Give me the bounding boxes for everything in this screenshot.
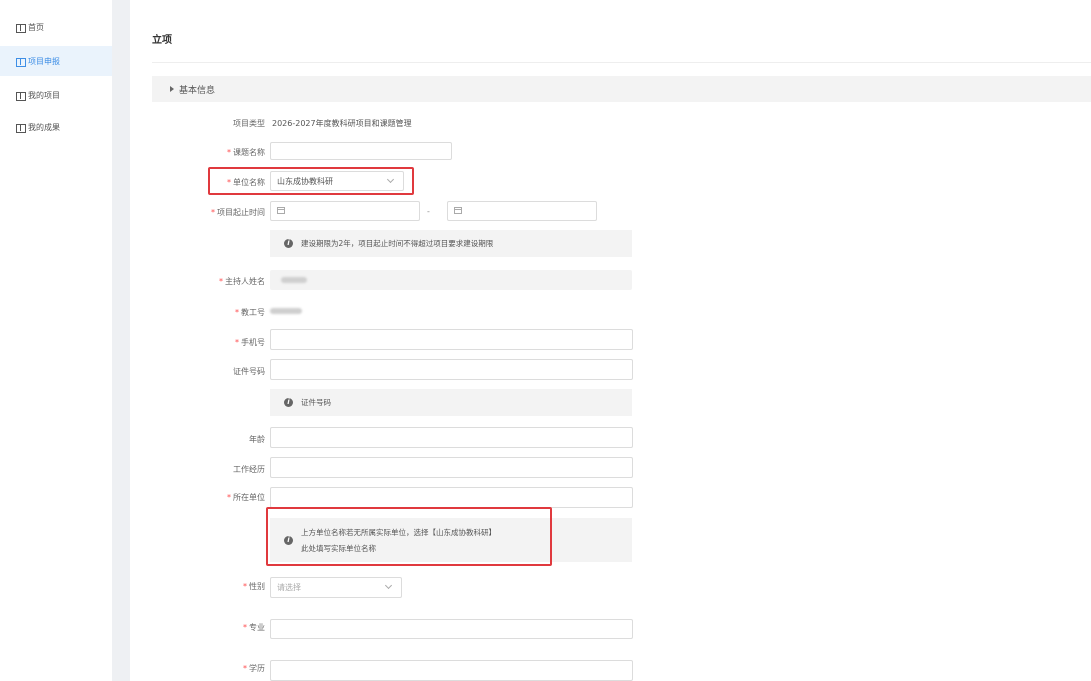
- gender-placeholder: 请选择: [277, 583, 301, 592]
- section-header-basic-info[interactable]: 基本信息: [152, 76, 1091, 102]
- end-date-input[interactable]: [447, 201, 597, 221]
- phone-input[interactable]: [270, 329, 633, 350]
- grid-icon: [16, 123, 26, 133]
- page-title: 立项: [152, 35, 172, 46]
- sidebar-divider: [112, 0, 130, 681]
- grid-icon: [16, 23, 26, 33]
- grid-icon: [16, 57, 26, 67]
- project-type-label: 项目类型: [233, 119, 265, 128]
- calendar-icon: [454, 207, 462, 214]
- section-title: 基本信息: [179, 85, 216, 96]
- sidebar-item-my-achievements[interactable]: 我的成果: [0, 112, 112, 142]
- id-number-input[interactable]: [270, 359, 633, 380]
- education-input[interactable]: [270, 660, 633, 681]
- caret-right-icon: [170, 86, 174, 92]
- sidebar-item-label: 我的项目: [28, 90, 60, 100]
- sidebar-item-label: 我的成果: [28, 122, 60, 132]
- info-icon: i: [284, 239, 293, 248]
- major-input[interactable]: [270, 619, 633, 639]
- sidebar-item-label: 项目申报: [28, 56, 60, 66]
- organization-input[interactable]: [270, 487, 633, 508]
- host-name-field: [270, 270, 632, 290]
- age-input[interactable]: [270, 427, 633, 448]
- work-experience-input[interactable]: [270, 457, 633, 478]
- date-separator: -: [427, 207, 430, 216]
- gender-select[interactable]: 请选择: [270, 577, 402, 598]
- staff-id-label: * 教工号: [235, 308, 265, 317]
- grid-icon: [16, 91, 26, 101]
- topic-name-label: * 课题名称: [227, 148, 265, 157]
- notice-text: 证件号码: [301, 398, 331, 407]
- gender-label: * 性别: [243, 582, 265, 591]
- education-label: * 学历: [243, 664, 265, 673]
- highlight-box-unit: [208, 167, 414, 195]
- sidebar-item-home[interactable]: 首页: [0, 12, 112, 42]
- highlight-box-organization: [266, 507, 552, 566]
- age-label: 年龄: [249, 435, 265, 444]
- sidebar-item-my-projects[interactable]: 我的项目: [0, 80, 112, 110]
- info-icon: i: [284, 398, 293, 407]
- sidebar-item-label: 首页: [28, 22, 44, 32]
- work-experience-label: 工作经历: [233, 465, 265, 474]
- organization-label: * 所在单位: [227, 493, 265, 502]
- project-period-label: * 项目起止时间: [211, 208, 265, 217]
- chevron-down-icon: [384, 581, 393, 590]
- divider: [152, 62, 1091, 63]
- id-notice: i 证件号码: [270, 389, 632, 416]
- notice-text: 建设期限为2年，项目起止时间不得超过项目要求建设期限: [301, 239, 494, 248]
- main-content: 立项 基本信息 项目类型 2026-2027年度教科研项目和课题管理 * 课题名称…: [130, 0, 1091, 681]
- start-date-input[interactable]: [270, 201, 420, 221]
- topic-name-input[interactable]: [270, 142, 452, 160]
- calendar-icon: [277, 207, 285, 214]
- sidebar: 首页 项目申报 我的项目 我的成果: [0, 0, 112, 681]
- sidebar-item-project-apply[interactable]: 项目申报: [0, 46, 112, 76]
- redacted-value: [281, 277, 307, 283]
- period-notice: i 建设期限为2年，项目起止时间不得超过项目要求建设期限: [270, 230, 632, 257]
- project-type-value: 2026-2027年度教科研项目和课题管理: [272, 119, 412, 128]
- redacted-value: [270, 308, 302, 314]
- phone-label: * 手机号: [235, 338, 265, 347]
- major-label: * 专业: [243, 623, 265, 632]
- host-name-label: * 主持人姓名: [219, 277, 265, 286]
- id-number-label: 证件号码: [233, 367, 265, 376]
